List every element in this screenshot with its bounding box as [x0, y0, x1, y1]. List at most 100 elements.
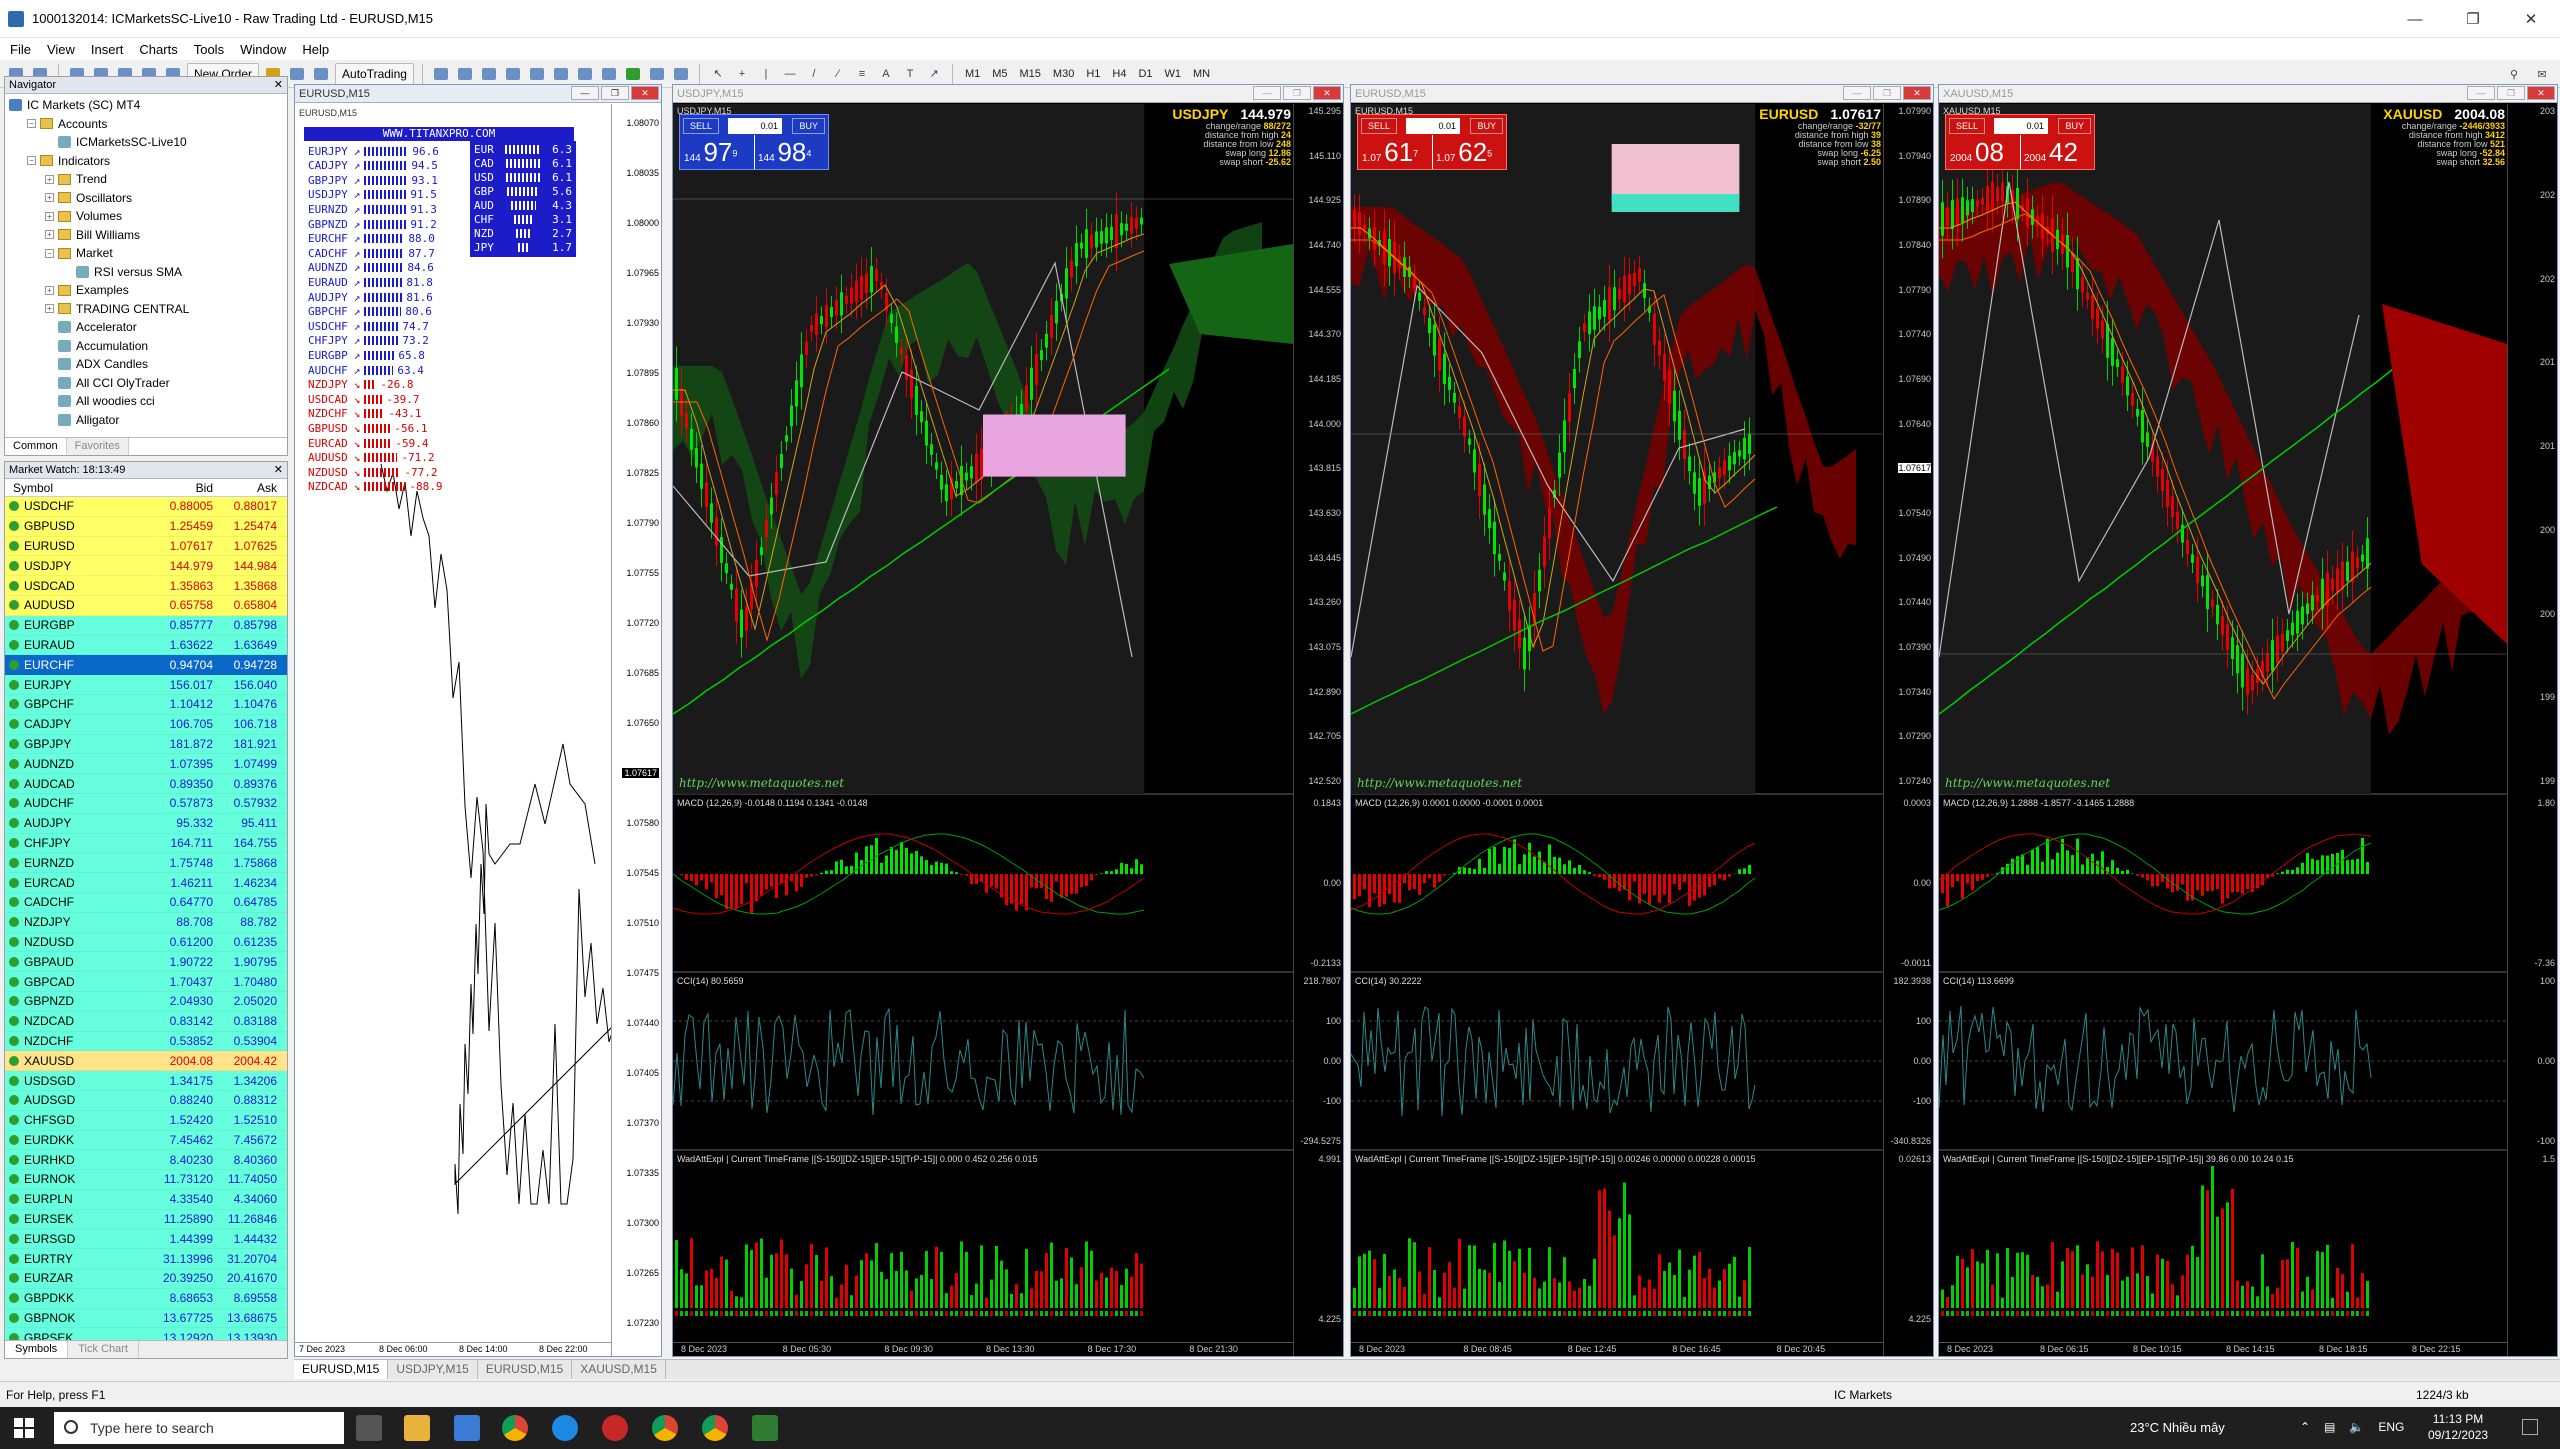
- market-watch-row[interactable]: AUDUSD 0.65758 0.65804: [5, 595, 287, 616]
- autoscroll-icon[interactable]: [599, 64, 619, 84]
- tab-tick-chart[interactable]: Tick Chart: [68, 1341, 139, 1358]
- minimize-icon[interactable]: —: [2467, 86, 2495, 100]
- tf-m5[interactable]: M5: [988, 68, 1011, 80]
- zoom-out-icon[interactable]: [527, 64, 547, 84]
- expand-icon[interactable]: +: [45, 230, 54, 240]
- sell-button[interactable]: SELL: [1361, 118, 1398, 134]
- indicators-icon[interactable]: [623, 64, 643, 84]
- chart-tab-xauusd[interactable]: XAUUSD,M15: [572, 1360, 666, 1379]
- nav-node[interactable]: + Bill Williams: [9, 226, 287, 245]
- chrome-icon-2[interactable]: [652, 1415, 678, 1441]
- chart-tab-usdjpy[interactable]: USDJPY,M15: [388, 1360, 478, 1379]
- market-watch-row[interactable]: CADCHF 0.64770 0.64785: [5, 892, 287, 913]
- market-watch-row[interactable]: EURDKK 7.45462 7.45672: [5, 1130, 287, 1151]
- autotrading-button[interactable]: AutoTrading: [335, 62, 414, 85]
- market-watch-row[interactable]: AUDJPY 95.332 95.411: [5, 813, 287, 834]
- close-button[interactable]: ✕: [2502, 0, 2560, 38]
- market-watch-row[interactable]: EURHKD 8.40230 8.40360: [5, 1150, 287, 1171]
- market-watch-row[interactable]: NZDUSD 0.61200 0.61235: [5, 932, 287, 953]
- chart-area[interactable]: XAUUSD,M15 XAUUSD 2004.08 change/range -244…: [1939, 104, 2557, 1356]
- market-watch-row[interactable]: AUDCHF 0.57873 0.57932: [5, 793, 287, 814]
- close-icon[interactable]: ✕: [631, 86, 659, 100]
- market-watch-row[interactable]: USDCAD 1.35863 1.35868: [5, 576, 287, 596]
- nav-node[interactable]: + Trend: [9, 170, 287, 189]
- market-watch-row[interactable]: NZDCAD 0.83142 0.83188: [5, 1011, 287, 1032]
- market-watch-row[interactable]: USDJPY 144.979 144.984: [5, 556, 287, 577]
- expand-icon[interactable]: +: [45, 211, 54, 221]
- templates-icon[interactable]: [671, 64, 691, 84]
- vertical-line-icon[interactable]: |: [756, 64, 776, 84]
- close-icon[interactable]: ✕: [1903, 86, 1931, 100]
- label-icon[interactable]: T: [900, 64, 920, 84]
- market-watch-row[interactable]: GBPCHF 1.10412 1.10476: [5, 694, 287, 715]
- nav-node[interactable]: + TRADING CENTRAL: [9, 300, 287, 319]
- tf-mn[interactable]: MN: [1189, 68, 1214, 80]
- tray-chevron-icon[interactable]: ⌃: [2300, 1420, 2310, 1434]
- restore-icon[interactable]: ❐: [2497, 86, 2525, 100]
- tf-m15[interactable]: M15: [1016, 68, 1045, 80]
- expand-icon[interactable]: −: [27, 119, 36, 129]
- close-icon[interactable]: ✕: [2527, 86, 2555, 100]
- app-red-icon[interactable]: [602, 1415, 628, 1441]
- nav-node[interactable]: Accelerator: [9, 318, 287, 337]
- language-indicator[interactable]: ENG: [2378, 1420, 2404, 1434]
- nav-node[interactable]: IC Markets (SC) MT4: [9, 96, 287, 115]
- col-bid[interactable]: Bid: [153, 481, 213, 495]
- menu-help[interactable]: Help: [302, 42, 329, 57]
- market-watch-row[interactable]: EURNOK 11.73120 11.74050: [5, 1170, 287, 1190]
- menu-charts[interactable]: Charts: [139, 42, 177, 57]
- market-watch-row[interactable]: EURUSD 1.07617 1.07625: [5, 536, 287, 557]
- market-watch-row[interactable]: EURNZD 1.75748 1.75868: [5, 853, 287, 874]
- nav-node[interactable]: ADX Candles: [9, 355, 287, 374]
- buy-button[interactable]: BUY: [792, 118, 825, 134]
- search-icon[interactable]: ⚲: [2504, 64, 2524, 84]
- chrome-icon-3[interactable]: [702, 1415, 728, 1441]
- ask-price[interactable]: 144 984: [758, 137, 811, 168]
- minimize-icon[interactable]: —: [1843, 86, 1871, 100]
- market-watch-row[interactable]: GBPCAD 1.70437 1.70480: [5, 972, 287, 992]
- market-watch-row[interactable]: GBPNZD 2.04930 2.05020: [5, 991, 287, 1012]
- market-watch-row[interactable]: EURAUD 1.63622 1.63649: [5, 635, 287, 656]
- periods-icon[interactable]: [647, 64, 667, 84]
- market-watch-row[interactable]: CHFSGD 1.52420 1.52510: [5, 1110, 287, 1131]
- market-watch-row[interactable]: GBPJPY 181.872 181.921: [5, 734, 287, 755]
- market-watch-row[interactable]: GBPAUD 1.90722 1.90795: [5, 952, 287, 973]
- close-icon[interactable]: ✕: [274, 463, 283, 476]
- expand-icon[interactable]: −: [45, 248, 54, 258]
- chart-tab-eurusd-2[interactable]: EURUSD,M15: [478, 1360, 573, 1379]
- tf-d1[interactable]: D1: [1134, 68, 1156, 80]
- market-watch-row[interactable]: NZDCHF 0.53852 0.53904: [5, 1031, 287, 1052]
- nav-node[interactable]: Accumulation: [9, 337, 287, 356]
- menu-view[interactable]: View: [47, 42, 75, 57]
- market-icon[interactable]: [311, 64, 331, 84]
- expand-icon[interactable]: +: [45, 193, 54, 203]
- taskbar-search[interactable]: Type here to search: [54, 1412, 344, 1444]
- chart-area[interactable]: EURUSD,M15 EURUSD 1.07617 change/range -32/…: [1351, 104, 1933, 1356]
- nav-node[interactable]: Alligator: [9, 411, 287, 430]
- buy-button[interactable]: BUY: [2058, 118, 2091, 134]
- close-icon[interactable]: ✕: [1313, 86, 1341, 100]
- bid-price[interactable]: 144 979: [684, 137, 737, 168]
- channel-icon[interactable]: ∕: [828, 64, 848, 84]
- restore-icon[interactable]: ❐: [1873, 86, 1901, 100]
- market-watch-row[interactable]: USDCHF 0.88005 0.88017: [5, 497, 287, 517]
- ask-price[interactable]: 2004 42: [2024, 137, 2078, 168]
- nav-node[interactable]: RSI versus SMA: [9, 263, 287, 282]
- task-view-icon[interactable]: [356, 1415, 382, 1441]
- store-icon[interactable]: [454, 1415, 480, 1441]
- market-watch-row[interactable]: EURTRY 31.13996 31.20704: [5, 1249, 287, 1270]
- network-icon[interactable]: ▤: [2324, 1420, 2335, 1434]
- text-icon[interactable]: A: [876, 64, 896, 84]
- market-watch-row[interactable]: NZDJPY 88.708 88.782: [5, 912, 287, 933]
- notifications-icon[interactable]: [2522, 1419, 2538, 1435]
- signals-icon[interactable]: [287, 64, 307, 84]
- market-watch-row[interactable]: AUDCAD 0.89350 0.89376: [5, 774, 287, 794]
- market-watch-row[interactable]: GBPNOK 13.67725 13.68675: [5, 1308, 287, 1329]
- bid-price[interactable]: 1.07 617: [1362, 137, 1418, 168]
- market-watch-row[interactable]: EURCAD 1.46211 1.46234: [5, 873, 287, 893]
- col-ask[interactable]: Ask: [213, 481, 277, 495]
- market-watch-row[interactable]: EURPLN 4.33540 4.34060: [5, 1189, 287, 1210]
- col-symbol[interactable]: Symbol: [5, 481, 153, 495]
- tab-common[interactable]: Common: [5, 438, 67, 455]
- menu-insert[interactable]: Insert: [91, 42, 124, 57]
